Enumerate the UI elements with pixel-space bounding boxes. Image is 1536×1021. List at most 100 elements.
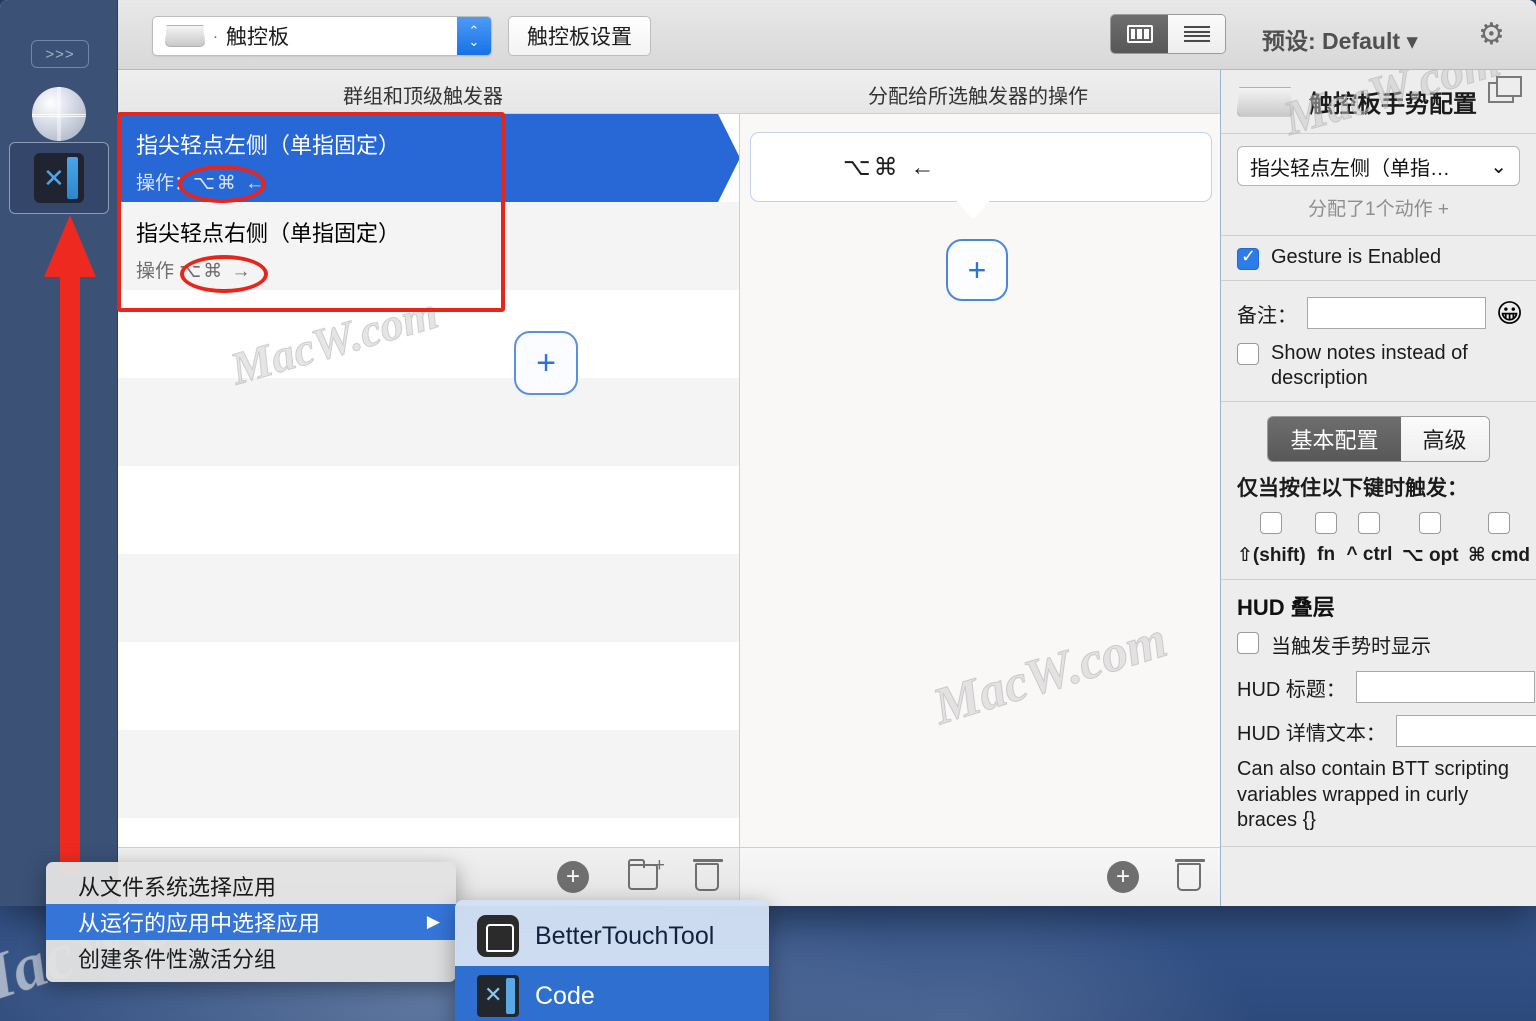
dock-expand-button[interactable]: >>> [31, 40, 89, 68]
gear-icon[interactable]: ⚙ [1478, 20, 1505, 50]
modifier-ctrl-checkbox[interactable] [1358, 512, 1381, 534]
assigned-action-card[interactable]: ⌥⌘ ← [750, 132, 1212, 202]
middle-column-header: 分配给所选触发器的操作 [868, 86, 1088, 108]
sidebar-header: 触控板手势配置 [1221, 70, 1536, 134]
table-row[interactable] [118, 466, 739, 554]
table-row[interactable]: 指尖轻点左侧（单指固定） 操作：⌥⌘ ← [118, 114, 739, 202]
tab-basic[interactable]: 基本配置 [1268, 417, 1401, 461]
assigned-actions-count[interactable]: 分配了1个动作 + [1221, 194, 1536, 221]
table-row[interactable] [118, 554, 739, 642]
bettertouchtool-icon [477, 915, 519, 957]
delete-action-button[interactable] [1172, 859, 1206, 894]
table-row[interactable] [118, 730, 739, 818]
add-trigger-button[interactable]: + [514, 331, 578, 395]
device-separator: · [213, 27, 218, 45]
hud-show-row[interactable]: 当触发手势时显示 [1221, 630, 1536, 659]
list-icon [1183, 26, 1210, 42]
hud-title-input[interactable] [1355, 671, 1535, 703]
notes-input[interactable] [1307, 297, 1486, 329]
context-menu[interactable]: 从文件系统选择应用 从运行的应用中选择应用 ▶ 创建条件性激活分组 [46, 862, 456, 982]
modifier-shift[interactable]: ⇧(shift) [1237, 512, 1306, 567]
gesture-select[interactable]: 指尖轻点左侧（单指… ⌄ [1237, 146, 1520, 186]
red-arrow-annotation [44, 215, 96, 875]
modifier-shift-label: ⇧(shift) [1237, 545, 1306, 566]
view-mode-toggle[interactable] [1110, 14, 1226, 54]
modifier-fn-label: fn [1317, 544, 1336, 565]
emoji-picker-icon[interactable]: 😀 [1496, 300, 1523, 326]
table-row[interactable]: 指尖轻点右侧（单指固定） 操作 ⌥⌘ → [118, 202, 739, 290]
submenu-arrow-icon: ▶ [426, 912, 440, 931]
hud-detail-label: HUD 详情文本： [1237, 722, 1386, 745]
trackpad-settings-button[interactable]: 触控板设置 [508, 16, 651, 56]
show-notes-row[interactable]: Show notes instead of description [1237, 341, 1520, 391]
table-row[interactable] [118, 290, 739, 378]
trigger-action-keys: ⌥⌘ ← [193, 173, 267, 194]
gesture-enabled-checkbox[interactable] [1237, 246, 1259, 270]
action-card-tail [956, 201, 990, 219]
modifier-ctrl-label: ^ ctrl [1346, 544, 1393, 565]
modifier-cmd-checkbox[interactable] [1487, 512, 1510, 534]
gesture-enabled-row[interactable]: Gesture is Enabled [1237, 246, 1520, 270]
add-action-toolbar-button[interactable]: + [1106, 860, 1140, 894]
chevron-down-icon: ⌄ [1490, 155, 1507, 178]
dock-item-vscode[interactable]: ✕ [9, 142, 109, 214]
add-button[interactable]: + [556, 860, 590, 894]
hud-detail-row: HUD 详情文本： 😀 [1221, 715, 1536, 747]
windows-icon[interactable] [1488, 76, 1524, 104]
modifier-keys-row: ⇧(shift) fn ^ ctrl ⌥ opt ⌘ cmd [1221, 512, 1536, 567]
trigger-action-prefix: 操作 [136, 261, 175, 282]
column-headers: 群组和顶级触发器 分配给所选触发器的操作 [118, 70, 1220, 114]
device-select[interactable]: · 触控板 ⌃ ⌄ [152, 16, 492, 56]
submenu-item-code[interactable]: ✕ Code [455, 966, 769, 1021]
submenu-item-label: Code [535, 981, 595, 1010]
menu-item-choose-from-running-apps[interactable]: 从运行的应用中选择应用 ▶ [46, 904, 456, 940]
actions-toolbar: + [740, 847, 1220, 905]
watermark: MacW.com [926, 611, 1174, 737]
trigger-action-keys: ⌥⌘ → [179, 261, 253, 282]
triggers-list[interactable]: 指尖轻点左侧（单指固定） 操作：⌥⌘ ← 指尖轻点右侧（单指固定） 操作 ⌥⌘ … [118, 114, 740, 847]
new-group-button[interactable] [626, 855, 665, 894]
modifier-fn[interactable]: fn [1315, 512, 1338, 567]
submenu-item-label: BetterTouchTool [535, 921, 715, 950]
stepper-icon[interactable]: ⌃ ⌄ [457, 17, 491, 55]
title-bar: · 触控板 ⌃ ⌄ 触控板设置 预设: Default ▾ ⚙ [0, 0, 1536, 70]
show-notes-checkbox[interactable] [1237, 343, 1259, 365]
view-mode-list[interactable] [1168, 15, 1225, 53]
trigger-action-prefix: 操作： [136, 173, 194, 194]
modifier-opt[interactable]: ⌥ opt [1402, 512, 1459, 567]
modifier-cmd-label: ⌘ cmd [1467, 545, 1530, 566]
tab-advanced[interactable]: 高级 [1400, 417, 1489, 461]
menu-item-choose-from-filesystem[interactable]: 从文件系统选择应用 [46, 868, 456, 904]
left-column-header: 群组和顶级触发器 [343, 86, 503, 108]
dock-item-globe[interactable] [9, 78, 109, 150]
table-row[interactable] [118, 378, 739, 466]
modifier-shift-checkbox[interactable] [1260, 512, 1283, 534]
app-dock-strip: >>> ✕ [0, 0, 118, 906]
submenu-item-bettertouchtool[interactable]: BetterTouchTool [455, 906, 769, 966]
notes-section: 备注： 😀 Show notes instead of description [1221, 281, 1536, 402]
modifier-ctrl[interactable]: ^ ctrl [1346, 512, 1393, 567]
modifier-fn-checkbox[interactable] [1315, 512, 1338, 534]
table-row[interactable] [118, 642, 739, 730]
trigger-action: 操作：⌥⌘ ← [136, 168, 739, 195]
view-mode-columns[interactable] [1111, 15, 1168, 53]
delete-button[interactable] [690, 859, 724, 894]
trackpad-icon [1237, 86, 1293, 117]
add-action-button[interactable]: + [946, 239, 1008, 301]
config-tabs[interactable]: 基本配置 高级 [1267, 416, 1490, 462]
page-title: 触控板手势配置 [1309, 91, 1477, 118]
menu-item-create-conditional-group[interactable]: 创建条件性激活分组 [46, 940, 456, 976]
modifier-opt-checkbox[interactable] [1419, 512, 1442, 534]
menu-item-label: 从运行的应用中选择应用 [78, 911, 321, 936]
hud-detail-input[interactable] [1395, 715, 1536, 747]
preset-selector[interactable]: 预设: Default ▾ [1262, 22, 1418, 56]
config-tabs-section: 基本配置 高级 仅当按住以下键时触发： ⇧(shift) fn ^ ctrl ⌥… [1221, 416, 1536, 580]
modifier-cmd[interactable]: ⌘ cmd [1468, 512, 1530, 567]
running-apps-submenu[interactable]: BetterTouchTool ✕ Code [455, 900, 769, 1021]
columns-icon [1126, 25, 1153, 43]
hud-show-checkbox[interactable] [1237, 632, 1259, 654]
gesture-enabled-section: Gesture is Enabled [1221, 236, 1536, 281]
hud-title-row: HUD 标题： 😀 [1221, 671, 1536, 703]
configuration-sidebar: 触控板手势配置 指尖轻点左侧（单指… ⌄ 分配了1个动作 + Gesture i… [1220, 70, 1536, 906]
hud-title-label: HUD 标题： [1237, 678, 1346, 701]
